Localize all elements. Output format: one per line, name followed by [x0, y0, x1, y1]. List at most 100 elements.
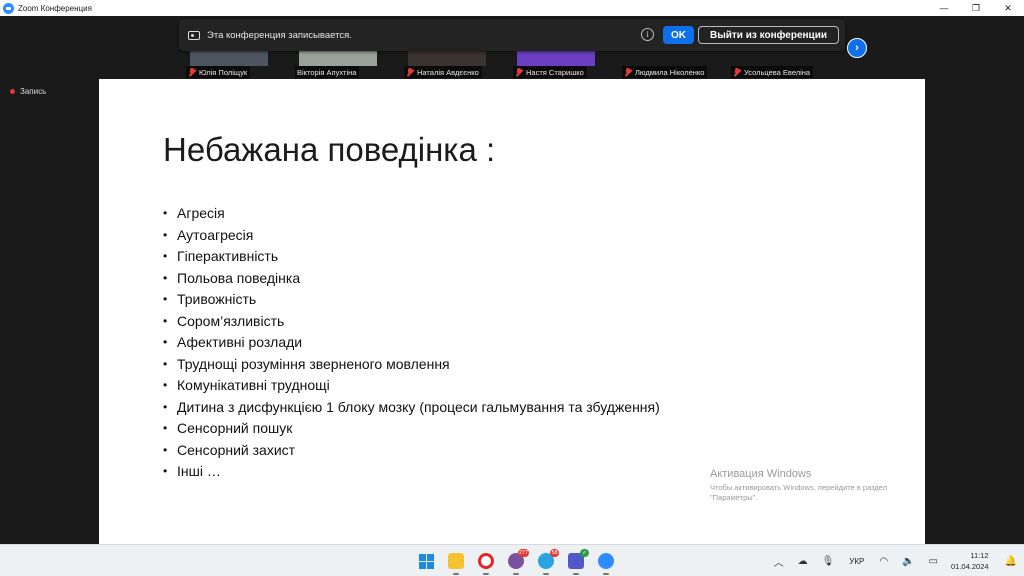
bullet-icon: • — [163, 442, 168, 457]
info-icon[interactable]: i — [641, 28, 654, 41]
participant-name: Людмила Ніколенко — [635, 67, 705, 77]
bullet-icon: • — [163, 399, 168, 414]
notifications-bell-icon[interactable]: 🔔 — [1005, 556, 1017, 567]
slide-bullet-item: • Комунікативні труднощі — [163, 375, 660, 397]
participant-name: Юлія Поліщук — [199, 67, 248, 77]
taskbar-app-zoom[interactable] — [594, 549, 618, 575]
slide-bullet-item: • Гіперактивність — [163, 246, 660, 268]
bullet-icon: • — [163, 421, 168, 435]
recording-label: Запись — [20, 87, 47, 96]
windows-logo-icon — [418, 553, 434, 569]
mic-muted-icon — [406, 67, 414, 77]
taskbar-app-telegram[interactable]: 58 — [534, 549, 559, 575]
taskbar-app-teams[interactable]: ✓ — [564, 549, 589, 575]
participant-name: Настя Старишко — [526, 67, 584, 77]
bullet-text: Сенсорний пошук — [177, 420, 293, 436]
mic-muted-icon — [624, 67, 632, 77]
bullet-text: Інші … — [177, 463, 221, 479]
recording-indicator[interactable]: Запись — [10, 87, 46, 96]
opera-icon — [478, 553, 494, 569]
bullet-text: Аутоагресія — [177, 226, 254, 243]
participant-label: Людмила Ніколенко — [622, 66, 708, 78]
chevron-up-icon[interactable]: ︿ — [774, 554, 784, 569]
bullet-text: Комунікативні труднощі — [177, 377, 330, 393]
recording-message: Эта конференция записывается. — [207, 29, 352, 41]
bullet-icon: • — [163, 313, 168, 328]
zoom-icon — [598, 553, 614, 569]
bullet-icon: • — [163, 378, 168, 392]
recording-dot-icon — [10, 89, 15, 94]
bullet-text: Сором’язливість — [177, 312, 285, 329]
slide-bullet-item: • Сором’язливість — [163, 311, 660, 333]
participant-label: Наталія Авдєєнко — [404, 66, 482, 78]
bullet-text: Гіперактивність — [177, 248, 279, 264]
participant-name: Вікторія Апухтіна — [297, 67, 357, 77]
bullet-icon: • — [163, 206, 168, 220]
minimize-icon[interactable]: — — [928, 0, 960, 16]
bullet-text: Труднощі розуміння зверненого мовлення — [177, 355, 450, 372]
slide-bullet-list: • Агресія • Аутоагресія • Гіперактивність • Пол… — [163, 203, 660, 483]
slide-bullet-item: • Сенсорний захист — [163, 440, 660, 462]
bullet-icon: • — [163, 227, 168, 242]
bullet-text: Тривожність — [177, 291, 257, 307]
bullet-icon: • — [163, 249, 168, 263]
ok-button[interactable]: OK — [663, 26, 694, 44]
language-indicator[interactable]: УКР — [849, 557, 864, 566]
bullet-icon: • — [163, 270, 168, 285]
slide-title: Небажана поведінка : — [163, 131, 496, 168]
microphone-icon[interactable]: 🎙 — [822, 556, 835, 567]
windows-taskbar: 277 58 ✓ ︿ ☁ 🎙 УКР ◠ 🔈 ▭ 11:12 01.04.202… — [0, 544, 1024, 576]
bullet-text: Польова поведінка — [177, 269, 301, 286]
bullet-icon: • — [163, 335, 168, 349]
participant-label: Настя Старишко — [513, 66, 587, 78]
recording-icon — [188, 30, 200, 40]
notification-badge: 277 — [517, 549, 529, 557]
watermark-subtitle: Чтобы активировать Windows, перейдите в … — [710, 483, 888, 502]
taskbar-app-file-explorer[interactable] — [444, 549, 468, 575]
participant-name: Усольцева Евеліна — [744, 67, 811, 77]
maximize-icon[interactable]: ❐ — [960, 0, 992, 16]
zoom-app-icon — [3, 2, 14, 14]
taskbar-app-viber[interactable]: 277 — [504, 549, 529, 575]
system-tray: ︿ ☁ 🎙 УКР ◠ 🔈 ▭ 11:12 01.04.2024 🔔 — [767, 545, 1024, 576]
shared-slide: Небажана поведінка : • Агресія • Аутоагресі… — [99, 79, 925, 544]
slide-bullet-item: • Тривожність — [163, 289, 660, 311]
mic-muted-icon — [733, 67, 741, 77]
windows-activation-watermark: Активация Windows Чтобы активировать Win… — [710, 468, 900, 503]
mic-muted-icon — [515, 67, 523, 77]
slide-bullet-item: • Інші … — [163, 461, 660, 483]
recording-banner: Эта конференция записывается. i OK Выйти… — [179, 19, 845, 51]
next-page-button[interactable]: › — [847, 38, 867, 58]
bullet-text: Афективні розлади — [177, 334, 303, 350]
notification-badge: 58 — [550, 549, 559, 557]
participant-label: Усольцева Евеліна — [731, 66, 814, 78]
window-controls: — ❐ ✕ — [928, 0, 1024, 16]
clock-date: 01.04.2024 — [951, 562, 989, 571]
slide-bullet-item: • Аутоагресія — [163, 225, 660, 247]
window-titlebar: Zoom Конференция — ❐ ✕ — [0, 0, 1024, 16]
system-clock[interactable]: 11:12 01.04.2024 — [951, 550, 989, 572]
chevron-right-icon: › — [855, 42, 859, 54]
participant-label: Юлія Поліщук — [186, 66, 251, 78]
slide-bullet-item: • Агресія — [163, 203, 660, 225]
slide-bullet-item: • Сенсорний пошук — [163, 418, 660, 440]
battery-icon[interactable]: ▭ — [929, 556, 938, 567]
bullet-icon: • — [163, 356, 168, 371]
slide-bullet-item: • Труднощі розуміння зверненого мовлення — [163, 354, 660, 376]
close-icon[interactable]: ✕ — [992, 0, 1024, 16]
leave-meeting-button[interactable]: Выйти из конференции — [698, 26, 839, 44]
volume-icon[interactable]: 🔈 — [902, 556, 914, 567]
wifi-icon[interactable]: ◠ — [879, 556, 888, 567]
windows-start-button[interactable] — [414, 549, 438, 573]
mic-muted-icon — [188, 67, 196, 77]
folder-icon — [448, 553, 464, 569]
taskbar-app-opera[interactable] — [474, 549, 498, 575]
bullet-icon: • — [163, 292, 168, 306]
cloud-icon[interactable]: ☁ — [798, 556, 808, 567]
bullet-text: Сенсорний захист — [177, 441, 296, 458]
participant-name: Наталія Авдєєнко — [417, 67, 479, 77]
taskbar-apps: 277 58 ✓ — [414, 549, 618, 575]
slide-bullet-item: • Афективні розлади — [163, 332, 660, 354]
bullet-icon: • — [163, 464, 168, 478]
watermark-title: Активация Windows — [710, 468, 812, 480]
